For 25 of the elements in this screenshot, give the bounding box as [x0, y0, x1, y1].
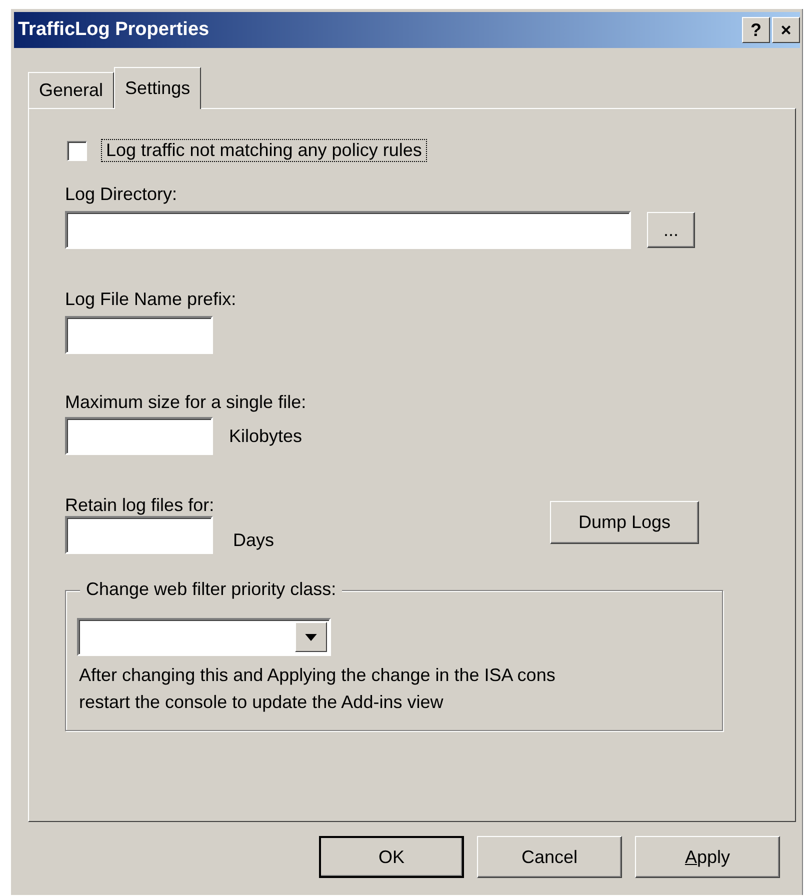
field-label: Log Directory: — [65, 184, 178, 205]
input-field[interactable] — [65, 316, 213, 354]
dialog-button[interactable]: Apply — [635, 836, 780, 878]
close-button[interactable]: × — [772, 17, 800, 43]
tab[interactable]: General — [28, 72, 114, 108]
checkbox-label[interactable]: Log traffic not matching any policy rules — [101, 139, 427, 162]
input-field[interactable] — [65, 516, 213, 554]
dropdown[interactable] — [77, 618, 331, 656]
checkbox[interactable] — [67, 140, 87, 160]
field-label: Maximum size for a single file: — [65, 392, 306, 413]
window-title: TrafficLog Properties — [18, 19, 210, 41]
input-field[interactable] — [65, 211, 631, 249]
field-label: Retain log files for: — [65, 495, 214, 516]
dialog-button[interactable]: OK — [319, 836, 464, 878]
unit-label: Kilobytes — [229, 426, 302, 446]
field-label: Log File Name prefix: — [65, 289, 236, 310]
tab[interactable]: Settings — [114, 67, 202, 109]
help-button[interactable]: ? — [742, 17, 770, 43]
input-field[interactable] — [65, 417, 213, 455]
dialog-button[interactable]: Cancel — [477, 836, 622, 878]
dump-logs-button[interactable]: Dump Logs — [550, 500, 699, 544]
unit-label: Days — [233, 530, 274, 550]
browse-button[interactable]: ... — [647, 212, 695, 248]
note-text: After changing this and Applying the change in the ISA cons restart the console to update the Add-ins view — [78, 664, 556, 714]
group-legend: Change web filter priority class: — [80, 579, 342, 600]
